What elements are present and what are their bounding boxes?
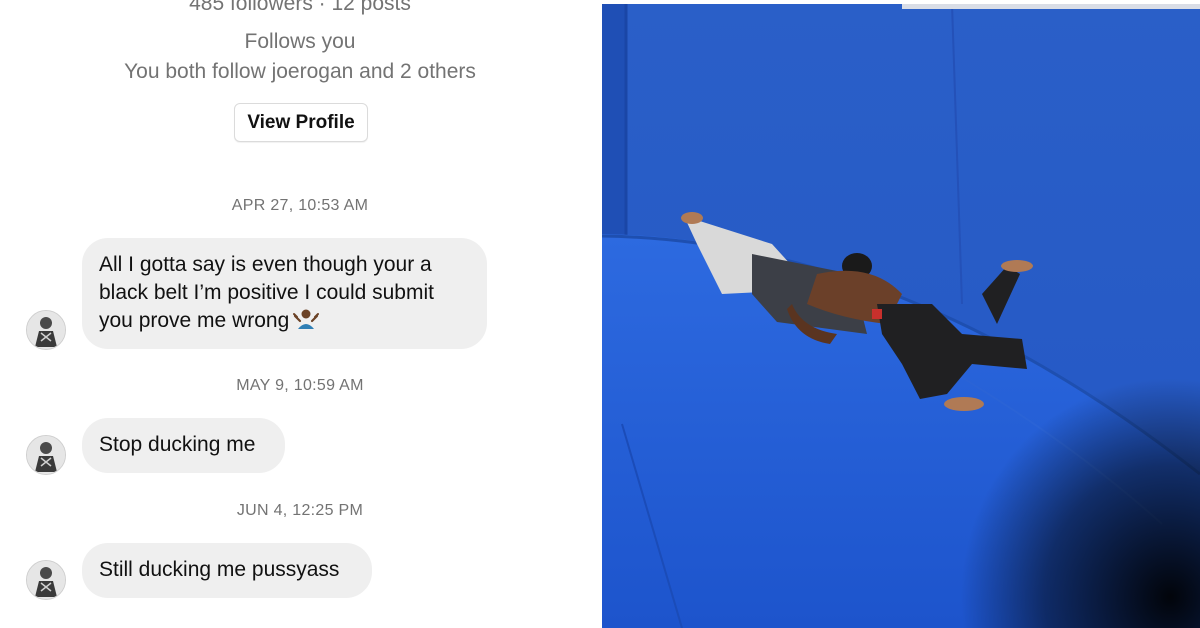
message-timestamp: MAY 9, 10:59 AM — [236, 377, 364, 394]
message-bubble[interactable]: All I gotta say is even though your a bl… — [82, 238, 487, 349]
sender-avatar[interactable] — [26, 560, 66, 600]
avatar-photo-icon — [27, 436, 65, 474]
message-text: Stop ducking me — [99, 433, 256, 456]
message-text: Still ducking me pussyass — [99, 558, 340, 581]
bjj-mat-scene — [602, 4, 1200, 628]
avatar-photo-icon — [27, 561, 65, 599]
person-shrugging-icon — [293, 307, 320, 331]
message-bubble[interactable]: Stop ducking me — [82, 418, 285, 473]
profile-stats: 485 followers · 12 posts — [189, 0, 411, 15]
sender-avatar[interactable] — [26, 435, 66, 475]
message-timestamp: APR 27, 10:53 AM — [231, 197, 369, 214]
message-timestamp: JUN 4, 12:25 PM — [236, 502, 364, 519]
dm-thread-panel: 485 followers · 12 posts Follows you You… — [0, 0, 600, 628]
grappling-photo — [602, 4, 1200, 628]
avatar-photo-icon — [27, 311, 65, 349]
sender-avatar[interactable] — [26, 310, 66, 350]
view-profile-button[interactable]: View Profile — [234, 103, 368, 142]
mutual-follows-label: You both follow joerogan and 2 others — [124, 60, 476, 83]
message-bubble[interactable]: Still ducking me pussyass — [82, 543, 372, 598]
message-text: All I gotta say is even though your a bl… — [99, 253, 434, 332]
follows-you-label: Follows you — [244, 30, 356, 53]
